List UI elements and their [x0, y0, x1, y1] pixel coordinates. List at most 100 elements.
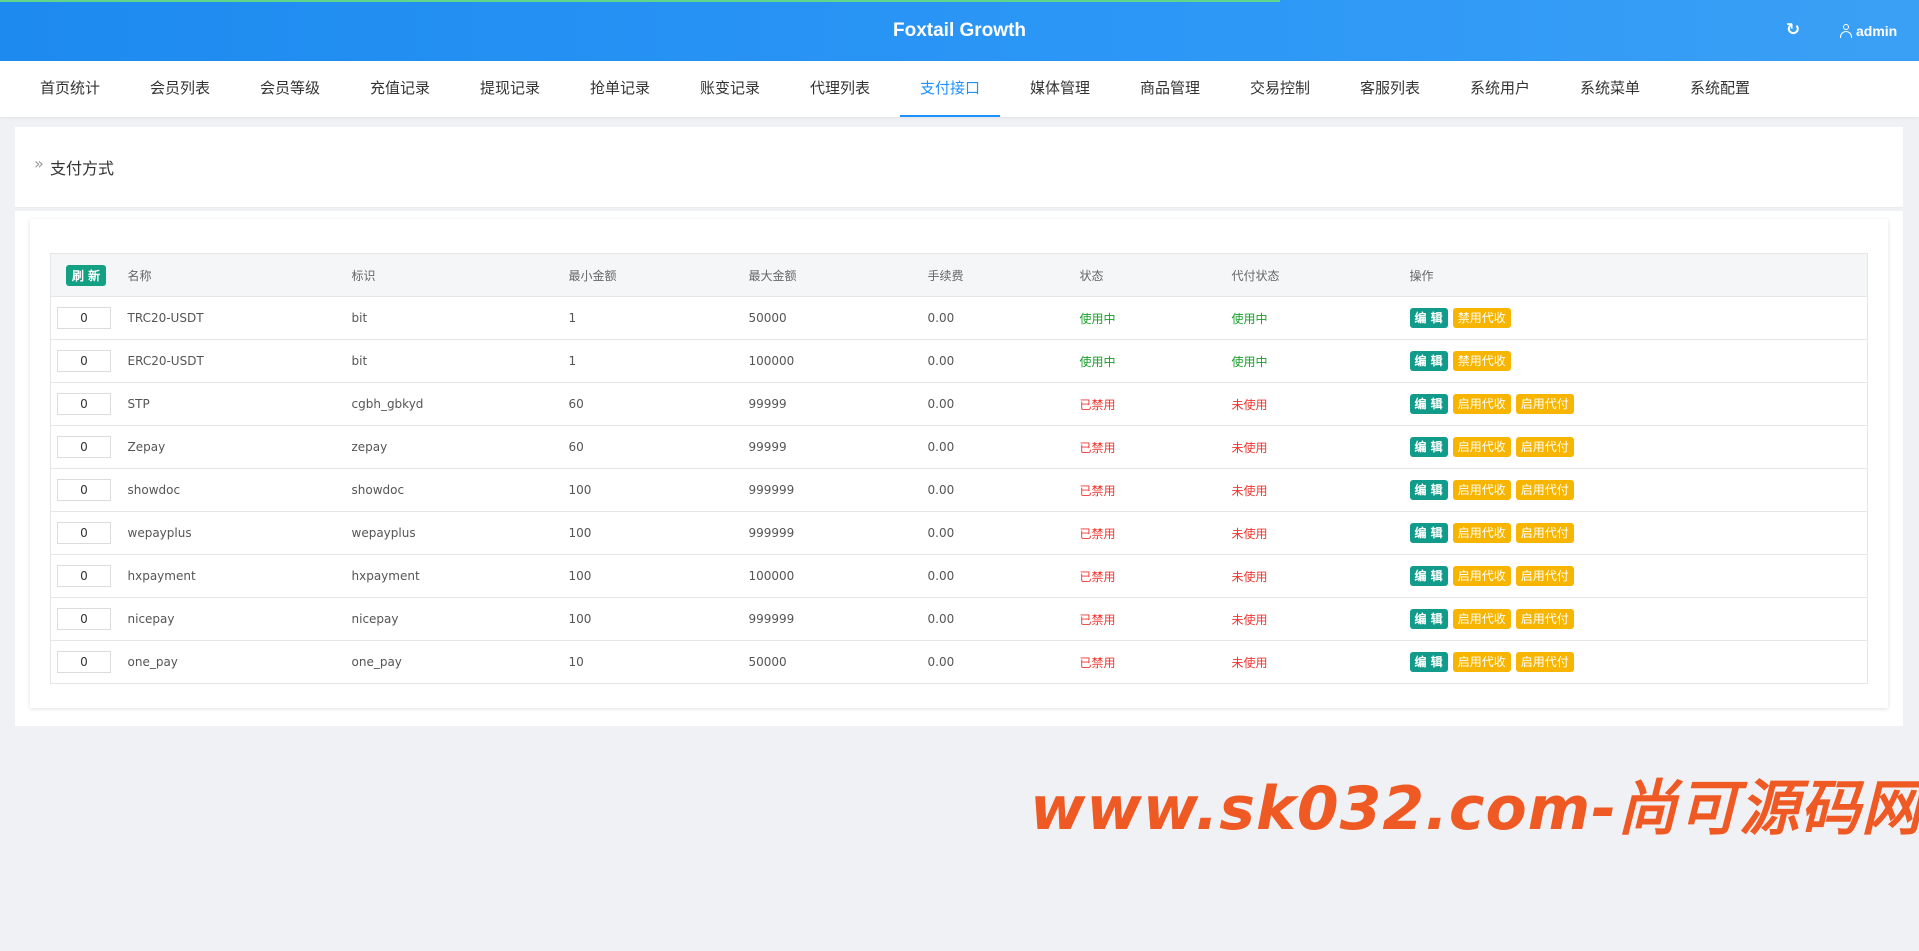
cell-name: TRC20-USDT [127, 296, 352, 340]
user-menu[interactable]: admin [1840, 22, 1897, 40]
enable-payout-button[interactable]: 启用代付 [1515, 566, 1574, 586]
edit-button[interactable]: 编 辑 [1409, 394, 1448, 414]
column-header-payout-status: 代付状态 [1231, 253, 1410, 297]
cell-actions: 编 辑启用代收 启用代付 [1409, 597, 1868, 641]
cell-max: 100000 [748, 554, 928, 598]
nav-tab-system-config[interactable]: 系统配置 [1670, 61, 1770, 117]
nav-tab-system-menu[interactable]: 系统菜单 [1560, 61, 1660, 117]
sort-input[interactable] [57, 350, 111, 372]
cell-min: 1 [568, 296, 749, 340]
enable-payout-button[interactable]: 启用代付 [1515, 394, 1574, 414]
loading-progress-line [0, 0, 1280, 2]
table-row: STP cgbh_gbkyd 60 99999 0.00 已禁用 未使用 编 辑… [50, 382, 1868, 426]
cell-payout-status: 使用中 [1231, 296, 1410, 340]
enable-payout-button[interactable]: 启用代付 [1515, 523, 1574, 543]
payment-methods-table: 刷 新 名称 标识 最小金额 最大金额 手续费 状态 代付状态 操作 TRC20… [50, 253, 1868, 684]
cell-status: 已禁用 [1079, 382, 1232, 426]
cell-actions: 编 辑启用代收 启用代付 [1409, 468, 1868, 512]
cell-code: bit [351, 339, 569, 383]
edit-button[interactable]: 编 辑 [1409, 351, 1448, 371]
cell-min: 100 [568, 468, 749, 512]
refresh-cell: 刷 新 [50, 253, 128, 297]
cell-status: 已禁用 [1079, 554, 1232, 598]
nav-tab-trade-control[interactable]: 交易控制 [1230, 61, 1330, 117]
nav-tab-member-levels[interactable]: 会员等级 [240, 61, 340, 117]
cell-code: zepay [351, 425, 569, 469]
enable-collection-button[interactable]: 启用代收 [1452, 566, 1511, 586]
cell-name: wepayplus [127, 511, 352, 555]
enable-collection-button[interactable]: 启用代收 [1452, 394, 1511, 414]
nav-tab-media[interactable]: 媒体管理 [1010, 61, 1110, 117]
enable-payout-button[interactable]: 启用代付 [1515, 480, 1574, 500]
sort-input[interactable] [57, 479, 111, 501]
nav-tab-balance-log[interactable]: 账变记录 [680, 61, 780, 117]
app-title: Foxtail Growth [893, 20, 1026, 41]
sort-input[interactable] [57, 608, 111, 630]
nav-tab-products[interactable]: 商品管理 [1120, 61, 1220, 117]
cell-status: 使用中 [1079, 296, 1232, 340]
disable-collection-button[interactable]: 禁用代收 [1452, 308, 1511, 328]
nav-tab-system-users[interactable]: 系统用户 [1450, 61, 1550, 117]
sort-input[interactable] [57, 522, 111, 544]
cell-status: 已禁用 [1079, 511, 1232, 555]
edit-button[interactable]: 编 辑 [1409, 480, 1448, 500]
nav-tab-support[interactable]: 客服列表 [1340, 61, 1440, 117]
edit-button[interactable]: 编 辑 [1409, 609, 1448, 629]
enable-collection-button[interactable]: 启用代收 [1452, 652, 1511, 672]
disable-collection-button[interactable]: 禁用代收 [1452, 351, 1511, 371]
edit-button[interactable]: 编 辑 [1409, 652, 1448, 672]
enable-collection-button[interactable]: 启用代收 [1452, 437, 1511, 457]
main-nav: 首页统计 会员列表 会员等级 充值记录 提现记录 抢单记录 账变记录 代理列表 … [0, 61, 1919, 117]
page-header-panel: » 支付方式 [15, 127, 1903, 208]
breadcrumb-arrow-icon: » [34, 154, 44, 173]
enable-collection-button[interactable]: 启用代收 [1452, 480, 1511, 500]
edit-button[interactable]: 编 辑 [1409, 308, 1448, 328]
enable-payout-button[interactable]: 启用代付 [1515, 609, 1574, 629]
nav-tab-members[interactable]: 会员列表 [130, 61, 230, 117]
nav-tab-withdraw[interactable]: 提现记录 [460, 61, 560, 117]
enable-payout-button[interactable]: 启用代付 [1515, 652, 1574, 672]
enable-collection-button[interactable]: 启用代收 [1452, 609, 1511, 629]
cell-payout-status: 未使用 [1231, 425, 1410, 469]
column-header-min: 最小金额 [568, 253, 749, 297]
cell-max: 999999 [748, 597, 928, 641]
table-card: 刷 新 名称 标识 最小金额 最大金额 手续费 状态 代付状态 操作 TRC20… [30, 219, 1888, 708]
nav-tab-agents[interactable]: 代理列表 [790, 61, 890, 117]
cell-min: 100 [568, 554, 749, 598]
cell-min: 1 [568, 339, 749, 383]
cell-payout-status: 未使用 [1231, 382, 1410, 426]
cell-code: showdoc [351, 468, 569, 512]
cell-name: one_pay [127, 640, 352, 684]
edit-button[interactable]: 编 辑 [1409, 523, 1448, 543]
content-panel: 刷 新 名称 标识 最小金额 最大金额 手续费 状态 代付状态 操作 TRC20… [15, 211, 1903, 726]
cell-name: showdoc [127, 468, 352, 512]
refresh-icon[interactable]: ↻ [1782, 19, 1804, 41]
nav-tab-home-stats[interactable]: 首页统计 [20, 61, 120, 117]
nav-tab-recharge[interactable]: 充值记录 [350, 61, 450, 117]
cell-status: 已禁用 [1079, 468, 1232, 512]
cell-status: 使用中 [1079, 339, 1232, 383]
cell-actions: 编 辑启用代收 启用代付 [1409, 382, 1868, 426]
cell-max: 50000 [748, 640, 928, 684]
edit-button[interactable]: 编 辑 [1409, 437, 1448, 457]
table-row: hxpayment hxpayment 100 100000 0.00 已禁用 … [50, 554, 1868, 598]
sort-input[interactable] [57, 436, 111, 458]
top-header: Foxtail Growth ↻ admin [0, 0, 1919, 61]
cell-actions: 编 辑启用代收 启用代付 [1409, 640, 1868, 684]
sort-input[interactable] [57, 307, 111, 329]
nav-tab-grab-orders[interactable]: 抢单记录 [570, 61, 670, 117]
sort-input[interactable] [57, 393, 111, 415]
column-header-code: 标识 [351, 253, 569, 297]
table-row: nicepay nicepay 100 999999 0.00 已禁用 未使用 … [50, 597, 1868, 641]
cell-min: 100 [568, 597, 749, 641]
enable-collection-button[interactable]: 启用代收 [1452, 523, 1511, 543]
enable-payout-button[interactable]: 启用代付 [1515, 437, 1574, 457]
nav-tab-payment[interactable]: 支付接口 [900, 61, 1000, 117]
refresh-button[interactable]: 刷 新 [66, 264, 107, 286]
cell-fee: 0.00 [927, 640, 1080, 684]
sort-input[interactable] [57, 565, 111, 587]
cell-actions: 编 辑启用代收 启用代付 [1409, 554, 1868, 598]
edit-button[interactable]: 编 辑 [1409, 566, 1448, 586]
cell-actions: 编 辑启用代收 启用代付 [1409, 511, 1868, 555]
sort-input[interactable] [57, 651, 111, 673]
